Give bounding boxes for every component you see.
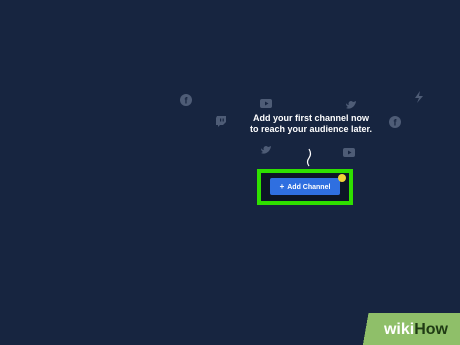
headline-line-2: to reach your audience later. <box>249 124 373 134</box>
youtube-icon <box>342 145 356 159</box>
add-channel-label: Add Channel <box>287 184 331 191</box>
empty-state-message: Add your first channel now to reach your… <box>240 113 382 135</box>
plus-icon: + <box>279 182 285 191</box>
watermark-logo: wikiHow <box>383 321 448 338</box>
twitter-icon <box>344 98 358 112</box>
youtube-icon <box>259 96 273 110</box>
notification-dot <box>338 174 346 182</box>
headline-line-1: Add your first channel now <box>252 113 369 123</box>
watermark: wikiHow <box>350 313 460 345</box>
lightning-icon <box>412 90 426 104</box>
facebook-icon: f <box>388 115 402 129</box>
facebook-icon: f <box>179 93 193 107</box>
twitch-icon <box>214 114 228 128</box>
twitter-icon <box>259 143 273 157</box>
app-canvas: f f Add your first channel now to reach … <box>0 0 460 345</box>
add-channel-button[interactable]: + Add Channel <box>270 178 340 195</box>
squiggle-arrow-icon <box>306 148 312 167</box>
